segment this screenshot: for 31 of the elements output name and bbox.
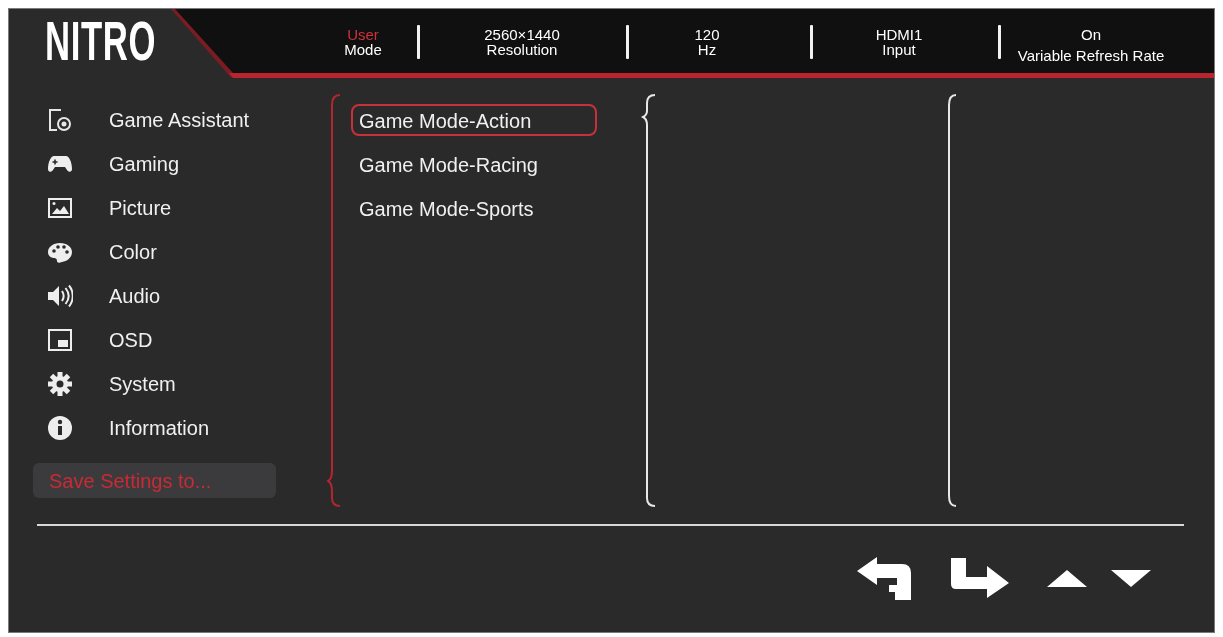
menu-item[interactable]: OSD bbox=[47, 318, 153, 362]
status-value: On bbox=[1081, 27, 1101, 42]
enter-arrow-icon bbox=[951, 558, 1009, 598]
menu-item[interactable]: Gaming bbox=[47, 142, 180, 186]
menu-item[interactable]: Game Assistant bbox=[47, 98, 250, 142]
status-label: Variable Refresh Rate bbox=[1017, 48, 1165, 63]
menu-item[interactable]: Information bbox=[47, 406, 210, 450]
submenu-item[interactable]: Game Mode-Action bbox=[351, 104, 597, 136]
status-value: HDMI1 bbox=[875, 27, 923, 42]
window-icon bbox=[47, 327, 73, 353]
status-value: User bbox=[347, 27, 379, 42]
image-icon bbox=[47, 195, 73, 221]
submenu-item[interactable]: Game Mode-Sports bbox=[351, 192, 597, 224]
status-label: Mode bbox=[344, 42, 382, 57]
info-icon bbox=[47, 415, 73, 441]
status-label: Input bbox=[882, 42, 916, 57]
menu-item[interactable]: Audio bbox=[47, 274, 161, 318]
status-label: Resolution bbox=[486, 42, 558, 57]
return-arrow-icon bbox=[857, 556, 911, 600]
menu-item[interactable]: Color bbox=[47, 230, 157, 274]
status-label: Hz bbox=[697, 42, 717, 57]
status-value: 2560×1440 bbox=[484, 27, 560, 42]
down-triangle-icon bbox=[1111, 569, 1151, 587]
up-triangle-icon bbox=[1047, 569, 1087, 587]
speaker-icon bbox=[47, 283, 73, 309]
submenu-item[interactable]: Game Mode-Racing bbox=[351, 148, 597, 180]
logo: NITRO bbox=[45, 13, 157, 69]
menu-item[interactable]: System bbox=[47, 362, 176, 406]
menu-item[interactable]: Picture bbox=[47, 186, 172, 230]
status-value: 120 bbox=[694, 27, 720, 42]
frame-target-icon bbox=[47, 107, 73, 133]
